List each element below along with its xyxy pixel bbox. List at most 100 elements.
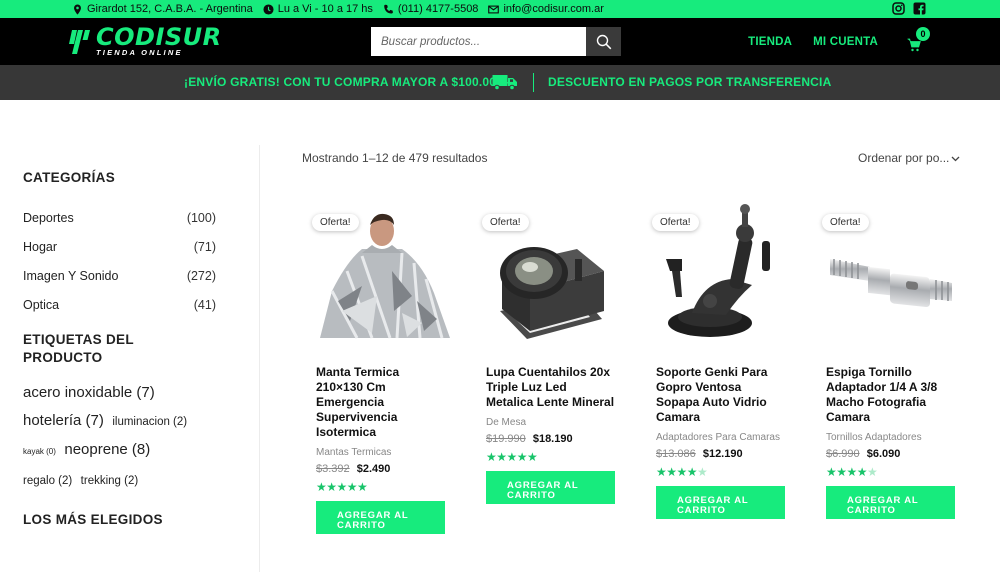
nav-link-mi-cuenta[interactable]: MI CUENTA (813, 36, 878, 48)
site-header: CODISUR TIENDA ONLINE TIENDA MI CUENTA 0 (0, 18, 1000, 65)
ordering-select[interactable]: Ordenar por po... (858, 151, 960, 165)
product-card[interactable]: Oferta! Manta Termica 210×130 Cm Emergen… (302, 201, 462, 534)
tag-neoprene[interactable]: neoprene (8) (64, 441, 150, 458)
logo-tagline: TIENDA ONLINE (96, 48, 183, 57)
tag-iluminacion[interactable]: iluminacion (2) (112, 416, 187, 428)
category-item-imagen-y-sonido[interactable]: Imagen Y Sonido (272) (23, 269, 216, 298)
sale-price: $6.090 (866, 448, 901, 460)
product-title[interactable]: Espiga Tornillo Adaptador 1/4 A 3/8 Mach… (826, 365, 956, 425)
product-price: $13.086 $12.190 (656, 448, 802, 460)
product-image[interactable]: Oferta! (302, 201, 462, 351)
product-title[interactable]: Manta Termica 210×130 Cm Emergencia Supe… (316, 365, 446, 440)
promo-divider (533, 73, 534, 92)
category-name[interactable]: Optica (23, 298, 59, 327)
shop-sidebar: CATEGORÍAS Deportes (100) Hogar (71) Ima… (23, 145, 259, 529)
product-image[interactable]: Oferta! (812, 201, 972, 351)
site-logo[interactable]: CODISUR TIENDA ONLINE (68, 23, 222, 58)
categories-list: Deportes (100) Hogar (71) Imagen Y Sonid… (23, 211, 259, 327)
product-image[interactable]: Oferta! (642, 201, 802, 351)
email-text[interactable]: info@codisur.com.ar (503, 3, 603, 15)
sidebar-divider (259, 145, 260, 572)
product-title[interactable]: Soporte Genki Para Gopro Ventosa Sopapa … (656, 365, 786, 425)
rating-stars: ★★★★★ (826, 465, 878, 479)
product-category[interactable]: Adaptadores Para Camaras (656, 431, 786, 444)
search-input[interactable] (371, 27, 586, 56)
category-item-hogar[interactable]: Hogar (71) (23, 240, 216, 269)
sale-badge: Oferta! (652, 214, 699, 231)
sale-price: $12.190 (702, 448, 743, 460)
envelope-icon (488, 5, 500, 13)
free-shipping-text: ¡ENVÍO GRATIS! CON TU COMPRA MAYOR A $10… (184, 75, 511, 89)
tag-regalo[interactable]: regalo (2) (23, 475, 72, 487)
logo-mark-icon (69, 30, 90, 54)
category-name[interactable]: Imagen Y Sonido (23, 269, 118, 298)
search-button[interactable] (586, 27, 621, 56)
address-info: Girardot 152, C.A.B.A. - Argentina (72, 3, 253, 15)
sale-badge: Oferta! (312, 214, 359, 231)
product-card[interactable]: Oferta! Soporte Genki Para Gopro Ventosa… (642, 201, 802, 519)
category-count: (41) (193, 298, 216, 312)
cart-button[interactable]: 0 (907, 27, 931, 53)
promo-bar: ¡ENVÍO GRATIS! CON TU COMPRA MAYOR A $10… (0, 65, 1000, 100)
nav-link-tienda[interactable]: TIENDA (748, 36, 792, 48)
logo-name: CODISUR (96, 23, 222, 51)
categories-title: CATEGORÍAS (23, 170, 116, 185)
location-pin-icon (74, 3, 81, 15)
tag-hoteleria[interactable]: hotelería (7) (23, 412, 104, 429)
product-category[interactable]: Tornillos Adaptadores (826, 431, 956, 444)
clock-icon (263, 3, 274, 15)
facebook-icon[interactable] (913, 2, 926, 15)
sale-badge: Oferta! (822, 214, 869, 231)
rating-stars: ★★★★★ (316, 480, 368, 494)
product-category[interactable]: Mantas Termicas (316, 446, 446, 459)
category-item-optica[interactable]: Optica (41) (23, 298, 216, 327)
product-price: $6.990 $6.090 (826, 448, 972, 460)
transfer-discount-text: DESCUENTO EN PAGOS POR TRANSFERENCIA (548, 75, 832, 89)
sale-badge: Oferta! (482, 214, 529, 231)
sale-price: $18.190 (532, 433, 573, 445)
product-card[interactable]: Oferta! Espiga Tornillo Adaptador 1/4 A … (812, 201, 972, 519)
delivery-truck-icon (492, 75, 517, 91)
phone-icon (384, 4, 393, 14)
product-price: $3.392 $2.490 (316, 463, 462, 475)
top-info-bar: Girardot 152, C.A.B.A. - Argentina Lu a … (0, 0, 1000, 18)
tags-title: ETIQUETAS DEL PRODUCTO (23, 332, 134, 365)
ordering-value[interactable]: Ordenar por po... (858, 151, 949, 165)
add-to-cart-button[interactable]: AGREGAR AL CARRITO (316, 501, 445, 534)
popular-title: LOS MÁS ELEGIDOS (23, 512, 163, 527)
chevron-down-icon (951, 156, 960, 161)
hours-text: Lu a Vi - 10 a 17 hs (277, 3, 373, 15)
tag-kayak[interactable]: kayak (0) (23, 447, 56, 456)
phone-info[interactable]: (011) 4177-5508 (383, 3, 479, 15)
add-to-cart-button[interactable]: AGREGAR AL CARRITO (656, 486, 785, 519)
old-price: $3.392 (316, 463, 350, 475)
main-nav: TIENDA MI CUENTA (748, 36, 878, 48)
old-price: $19.990 (486, 433, 526, 445)
sale-price: $2.490 (356, 463, 391, 475)
search-icon (596, 34, 611, 49)
tag-trekking[interactable]: trekking (2) (81, 475, 139, 487)
category-count: (100) (186, 211, 216, 225)
product-image[interactable]: Oferta! (472, 201, 632, 351)
phone-text[interactable]: (011) 4177-5508 (398, 3, 479, 15)
category-name[interactable]: Deportes (23, 211, 74, 240)
result-count: Mostrando 1–12 de 479 resultados (302, 151, 488, 165)
product-category[interactable]: De Mesa (486, 416, 616, 429)
category-count: (71) (193, 240, 216, 254)
tag-cloud: acero inoxidable (7) hotelería (7) ilumi… (23, 379, 243, 495)
instagram-icon[interactable] (892, 2, 905, 15)
product-card[interactable]: Oferta! Lupa Cuentahilos 20x Triple Luz … (472, 201, 632, 504)
tag-acero-inoxidable[interactable]: acero inoxidable (7) (23, 384, 155, 401)
hours-info: Lu a Vi - 10 a 17 hs (263, 3, 373, 15)
category-item-deportes[interactable]: Deportes (100) (23, 211, 216, 240)
old-price: $6.990 (826, 448, 860, 460)
add-to-cart-button[interactable]: AGREGAR AL CARRITO (826, 486, 955, 519)
rating-stars: ★★★★★ (486, 450, 538, 464)
category-count: (272) (186, 269, 216, 283)
old-price: $13.086 (656, 448, 696, 460)
email-info[interactable]: info@codisur.com.ar (488, 3, 604, 15)
product-price: $19.990 $18.190 (486, 433, 632, 445)
add-to-cart-button[interactable]: AGREGAR AL CARRITO (486, 471, 615, 504)
category-name[interactable]: Hogar (23, 240, 57, 269)
product-title[interactable]: Lupa Cuentahilos 20x Triple Luz Led Meta… (486, 365, 616, 410)
